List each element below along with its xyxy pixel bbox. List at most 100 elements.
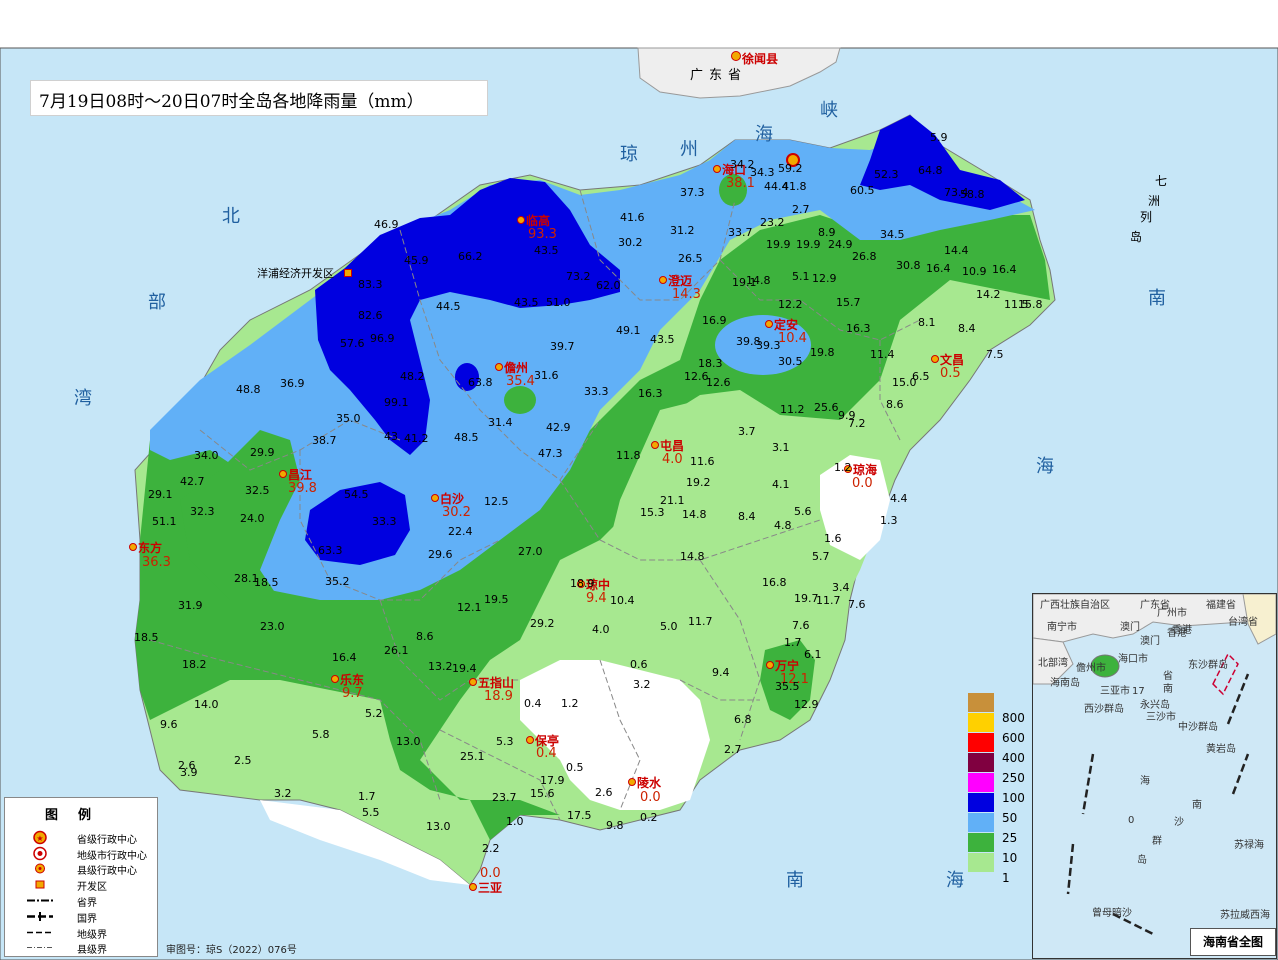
station-rainfall-value: 18.5 [134,631,159,644]
scale-10 [968,833,994,852]
legend-row-national-border: 国界 [5,909,155,925]
city-rainfall-value: 9.7 [342,686,363,701]
provincial-center-icon: ★ [33,830,47,845]
legend-row-prefecture-border: 地级界 [5,925,155,941]
city-rainfall-value: 35.4 [506,374,535,389]
guangdong-label: 广东省 [690,68,748,83]
station-rainfall-value: 9.6 [160,718,178,731]
legend-row-provincial-border: 省界 [5,893,155,909]
station-rainfall-value: 12.6 [684,370,709,383]
station-rainfall-value: 0.6 [630,658,648,671]
station-rainfall-value: 16.4 [926,262,951,275]
station-rainfall-value: 31.9 [178,599,203,612]
station-rainfall-value: 5.1 [792,270,810,283]
inset-place-label: 福建省 [1206,600,1236,611]
station-rainfall-value: 5.7 [812,550,830,563]
scale-600 [968,713,994,732]
map-title-box: 7月19日08时～20日07时全岛各地降雨量（mm） [30,80,488,116]
inset-place-label: 广州市 [1157,608,1187,619]
sea-label-zhou: 州 [680,139,698,160]
station-rainfall-value: 5.5 [362,806,380,819]
inset-map-shapes [1033,594,1276,936]
city-rainfall-value: 18.9 [484,689,513,704]
station-rainfall-value: 33.7 [728,226,753,239]
inset-place-label: 南 [1163,684,1173,695]
station-rainfall-value: 25.6 [814,401,839,414]
station-rainfall-value: 23.2 [760,216,785,229]
station-rainfall-value: 3.7 [738,425,756,438]
county-center-marker [931,355,939,363]
station-rainfall-value: 8.6 [416,630,434,643]
station-rainfall-value: 32.5 [245,484,270,497]
station-rainfall-value: 6.1 [804,648,822,661]
station-rainfall-value: 62.0 [596,279,621,292]
station-rainfall-value: 2.2 [482,842,500,855]
scale-250 [968,753,994,772]
station-rainfall-value: 10.4 [610,594,635,607]
sea-label-nan-south: 南 [786,870,804,891]
inset-place-label: 17 [1132,686,1145,697]
city-rainfall-value: 0.0 [640,790,661,805]
station-rainfall-value: 42.7 [180,475,205,488]
station-rainfall-value: 17.5 [567,809,592,822]
station-rainfall-value: 42.9 [546,421,571,434]
station-rainfall-value: 30.8 [896,259,921,272]
station-rainfall-value: 3.1 [772,441,790,454]
inset-place-label: 北部湾 [1038,658,1068,669]
station-rainfall-value: 16.4 [332,651,357,664]
sea-label-xia: 峡 [820,100,838,121]
station-rainfall-value: 41.6 [620,211,645,224]
station-rainfall-value: 30.5 [778,355,803,368]
station-rainfall-value: 49.1 [616,324,641,337]
station-rainfall-value: 7.6 [792,619,810,632]
city-rainfall-value: 0.0 [480,866,501,881]
sea-label-nan-east: 南 [1148,288,1166,309]
station-rainfall-value: 0.5 [566,761,584,774]
station-rainfall-value: 12.2 [778,298,803,311]
scale-label-10: 10 [1002,851,1018,865]
station-rainfall-value: 7.6 [848,598,866,611]
scale-800 [968,693,994,712]
station-rainfall-value: 48.5 [454,431,479,444]
inset-place-label: 海 [1140,776,1150,787]
station-rainfall-value: 54.5 [344,488,369,501]
station-rainfall-value: 99.1 [384,396,409,409]
station-rainfall-value: 33.3 [372,515,397,528]
station-rainfall-value: 59.2 [778,162,803,175]
qizhou-4: 岛 [1130,230,1143,244]
station-rainfall-value: 7.5 [986,348,1004,361]
map-title: 7月19日08时～20日07时全岛各地降雨量（mm） [39,92,424,112]
scale-label-400: 400 [1002,751,1025,765]
station-rainfall-value: 2.7 [724,743,742,756]
prefecture-center-icon [33,846,47,861]
scale-100 [968,773,994,792]
station-rainfall-value: 43.5 [514,296,539,309]
station-rainfall-value: 63.8 [468,376,493,389]
station-rainfall-value: 47.3 [538,447,563,460]
station-rainfall-value: 19.4 [452,662,477,675]
provincial-border-icon [27,899,53,902]
inset-place-label: 香港 [1167,628,1187,639]
station-rainfall-value: 16.9 [702,314,727,327]
station-rainfall-value: 34.5 [880,228,905,241]
station-rainfall-value: 48.2 [400,370,425,383]
inset-place-label: 东沙群岛 [1188,660,1228,671]
station-rainfall-value: 60.5 [850,184,875,197]
station-rainfall-value: 14.8 [746,274,771,287]
qizhou-3: 列 [1140,210,1153,224]
station-rainfall-value: 14.2 [976,288,1001,301]
inset-place-label: 三亚市 [1100,686,1130,697]
inset-place-label: 省 [1163,671,1173,682]
station-rainfall-value: 29.1 [148,488,173,501]
station-rainfall-value: 32.3 [190,505,215,518]
city-rainfall-value: 0.5 [940,366,961,381]
city-rainfall-value: 36.3 [142,555,171,570]
station-rainfall-value: 18.2 [182,658,207,671]
xuwen-marker [731,51,741,61]
inset-place-label: 儋州市 [1076,663,1106,674]
station-rainfall-value: 35.5 [775,680,800,693]
station-rainfall-value: 18.5 [254,576,279,589]
station-rainfall-value: 82.6 [358,309,383,322]
national-border-icon [27,912,53,921]
station-rainfall-value: 31.2 [670,224,695,237]
